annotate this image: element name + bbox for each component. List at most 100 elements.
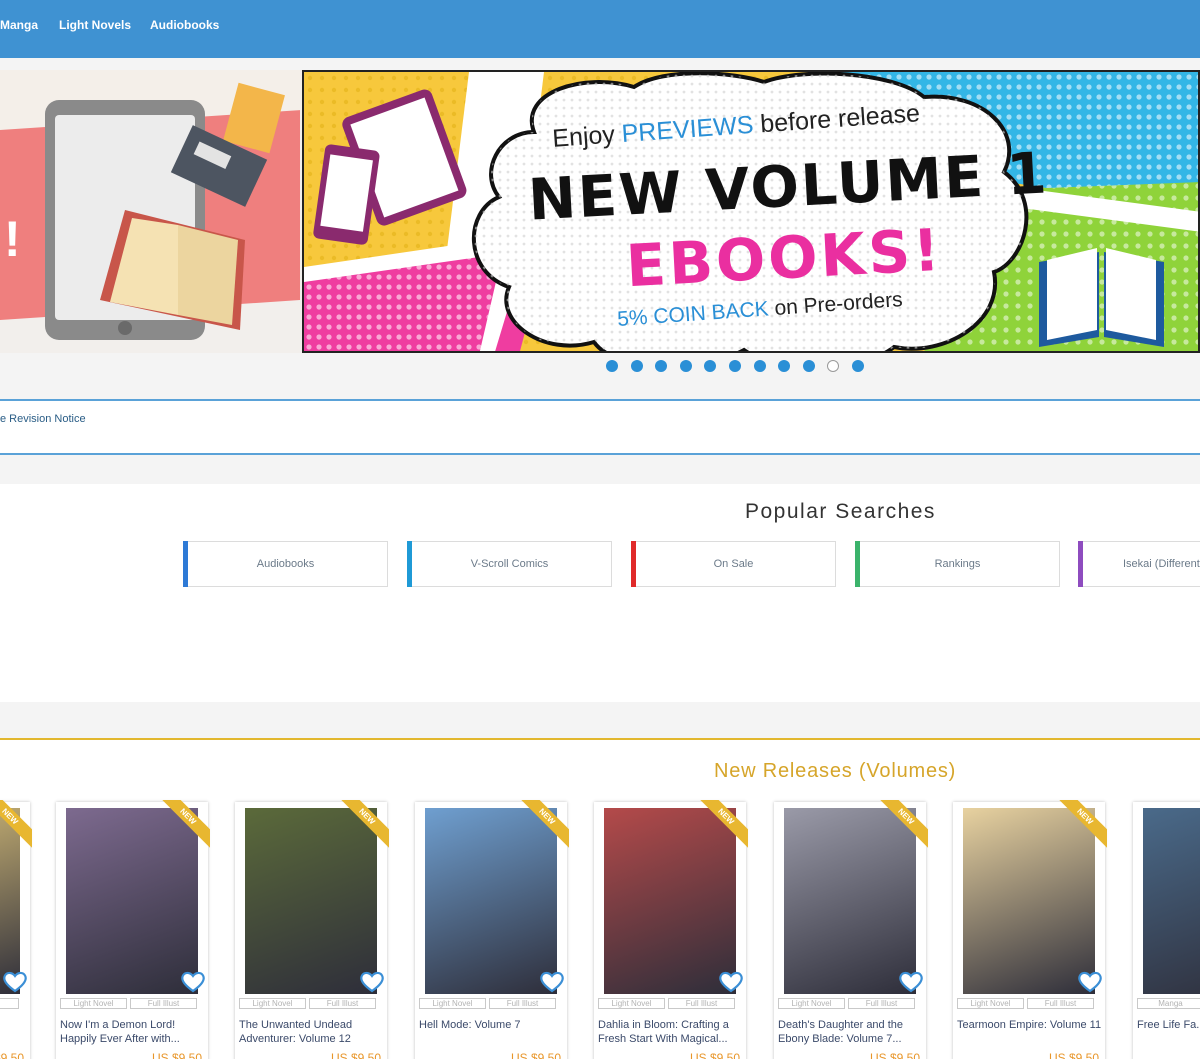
book-format-tags: Light Novel Full Illust: [419, 998, 556, 1009]
book-format-tag: Light Novel: [419, 998, 486, 1009]
book-title[interactable]: Free Life Fa... Immortal P...: [1137, 1018, 1200, 1047]
book-card[interactable]: NEW Light Novel Full Illust The Unwanted Un…: [235, 800, 389, 1059]
popular-searches-section: Popular Searches Audiobooks V-Scroll Com…: [0, 484, 1200, 702]
book-card[interactable]: NEW Light Novel Full Illust Dahlia in Bloom…: [594, 800, 748, 1059]
popular-tag-audiobooks[interactable]: Audiobooks: [183, 541, 388, 587]
banner-left-exclamation: !: [4, 211, 21, 267]
book-card[interactable]: NEW Light Novel Full Illust Now I'm a Demon…: [56, 800, 210, 1059]
book-title[interactable]: Now I'm a Demon Lord! Happily Ever After…: [60, 1018, 206, 1047]
book-format-tags: Light Novel Full Illust: [598, 998, 735, 1009]
top-navigation: Manga Light Novels Audiobooks: [0, 0, 1200, 58]
book-card[interactable]: Manga Free Life Fa... Immortal P...: [1133, 802, 1200, 1059]
tag-color-bar: [855, 541, 860, 587]
book-format-tag: Light Novel: [239, 998, 306, 1009]
nav-item-audiobooks[interactable]: Audiobooks: [150, 18, 219, 32]
banner-line1-pre: Enjoy: [551, 120, 616, 153]
book-price: US $9.50: [869, 1051, 920, 1059]
book-format-tag: Full Illust: [309, 998, 376, 1009]
popular-tag-rankings[interactable]: Rankings: [855, 541, 1060, 587]
new-ribbon-label: NEW: [1057, 800, 1107, 850]
book-price: US $9.50: [151, 1051, 202, 1059]
tag-label: V-Scroll Comics: [470, 558, 549, 570]
book-card[interactable]: NEW Light Novel Full Illust Hell Mode: Volu…: [415, 800, 569, 1059]
popular-searches-title: Popular Searches: [745, 500, 936, 523]
tag-color-bar: [1078, 541, 1083, 587]
book-title[interactable]: Dahlia in Bloom: Crafting a Fresh Start …: [598, 1018, 744, 1047]
popular-tag-on-sale[interactable]: On Sale: [631, 541, 836, 587]
new-releases-section: New Releases (Volumes) NEW US $9.50 NEW Lig…: [0, 738, 1200, 1059]
carousel-dot[interactable]: [606, 360, 618, 372]
tag-label: Audiobooks: [256, 558, 315, 570]
new-ribbon-label: NEW: [878, 800, 928, 850]
book-card[interactable]: NEW US $9.50: [0, 800, 32, 1059]
book-title[interactable]: The Unwanted Undead Adventurer: Volume 1…: [239, 1018, 385, 1047]
tag-label: On Sale: [713, 558, 754, 570]
heart-icon[interactable]: [1077, 970, 1103, 994]
new-ribbon: NEW: [878, 800, 928, 850]
banner-slide-previous-art: [0, 70, 302, 340]
new-releases-title: New Releases (Volumes): [714, 760, 957, 782]
heart-icon[interactable]: [898, 970, 924, 994]
heart-icon[interactable]: [180, 970, 206, 994]
book-title[interactable]: Death's Daughter and the Ebony Blade: Vo…: [778, 1018, 924, 1047]
new-ribbon-label: NEW: [0, 800, 32, 850]
book-format-tag: [0, 998, 19, 1009]
banner-slide-active[interactable]: Enjoy PREVIEWS before release NEW VOLUME…: [302, 70, 1200, 353]
heart-icon[interactable]: [359, 970, 385, 994]
book-title[interactable]: [0, 1018, 28, 1047]
tag-color-bar: [183, 541, 188, 587]
book-price: US $9.50: [510, 1051, 561, 1059]
page-root: { "nav": { "items": [ {"label": "Manga"}…: [0, 0, 1200, 1059]
banner-slide-previous[interactable]: !: [0, 70, 302, 353]
heart-icon[interactable]: [2, 970, 28, 994]
new-ribbon: NEW: [519, 800, 569, 850]
book-format-tag: Light Novel: [60, 998, 127, 1009]
nav-item-light-novels[interactable]: Light Novels: [59, 18, 131, 32]
nav-item-manga[interactable]: Manga: [0, 18, 38, 32]
book-card[interactable]: NEW Light Novel Full Illust Tearmoon Empire…: [953, 800, 1107, 1059]
carousel-dot[interactable]: [802, 360, 815, 372]
carousel-dot[interactable]: [852, 360, 864, 372]
tag-label: Isekai (Different: [1123, 558, 1200, 570]
book-price: US $9.50: [1048, 1051, 1099, 1059]
heart-icon[interactable]: [539, 970, 565, 994]
book-format-tag: Full Illust: [1027, 998, 1094, 1009]
book-title[interactable]: Tearmoon Empire: Volume 11: [957, 1018, 1103, 1047]
book-price: US $9.50: [689, 1051, 740, 1059]
carousel-dot[interactable]: [679, 360, 692, 372]
book-format-tags: Light Novel Full Illust: [239, 998, 376, 1009]
book-format-tag: Light Novel: [598, 998, 665, 1009]
new-ribbon: NEW: [339, 800, 389, 850]
book-format-tag: Full Illust: [668, 998, 735, 1009]
popular-tag-v-scroll-comics[interactable]: V-Scroll Comics: [407, 541, 612, 587]
tag-label: Rankings: [934, 558, 981, 570]
book-format-tag: Manga: [1137, 998, 1200, 1009]
carousel-dot[interactable]: [729, 360, 741, 372]
new-ribbon-label: NEW: [519, 800, 569, 850]
book-format-tag: Light Novel: [957, 998, 1024, 1009]
new-ribbon-label: NEW: [698, 800, 748, 850]
book-format-tags: [0, 998, 19, 1009]
book-card[interactable]: NEW Light Novel Full Illust Death's Daughte…: [774, 800, 928, 1059]
new-ribbon-label: NEW: [160, 800, 210, 850]
book-format-tags: Manga: [1137, 998, 1200, 1009]
new-ribbon: NEW: [698, 800, 748, 850]
book-format-tag: Full Illust: [848, 998, 915, 1009]
book-format-tags: Light Novel Full Illust: [778, 998, 915, 1009]
new-ribbon: NEW: [160, 800, 210, 850]
book-cover-image: [1143, 808, 1200, 994]
new-ribbon-label: NEW: [339, 800, 389, 850]
book-format-tag: Full Illust: [489, 998, 556, 1009]
book-format-tags: Light Novel Full Illust: [957, 998, 1094, 1009]
tag-color-bar: [407, 541, 412, 587]
notice-link[interactable]: e Revision Notice: [0, 413, 86, 425]
carousel-dot[interactable]: [630, 360, 643, 372]
carousel-dot[interactable]: [753, 360, 766, 372]
heart-icon[interactable]: [718, 970, 744, 994]
book-price: US $9.50: [330, 1051, 381, 1059]
notice-panel: e Revision Notice: [0, 399, 1200, 455]
book-title[interactable]: Hell Mode: Volume 7: [419, 1018, 565, 1047]
popular-tag-isekai[interactable]: Isekai (Different: [1078, 541, 1200, 587]
new-ribbon: NEW: [1057, 800, 1107, 850]
book-format-tags: Light Novel Full Illust: [60, 998, 197, 1009]
